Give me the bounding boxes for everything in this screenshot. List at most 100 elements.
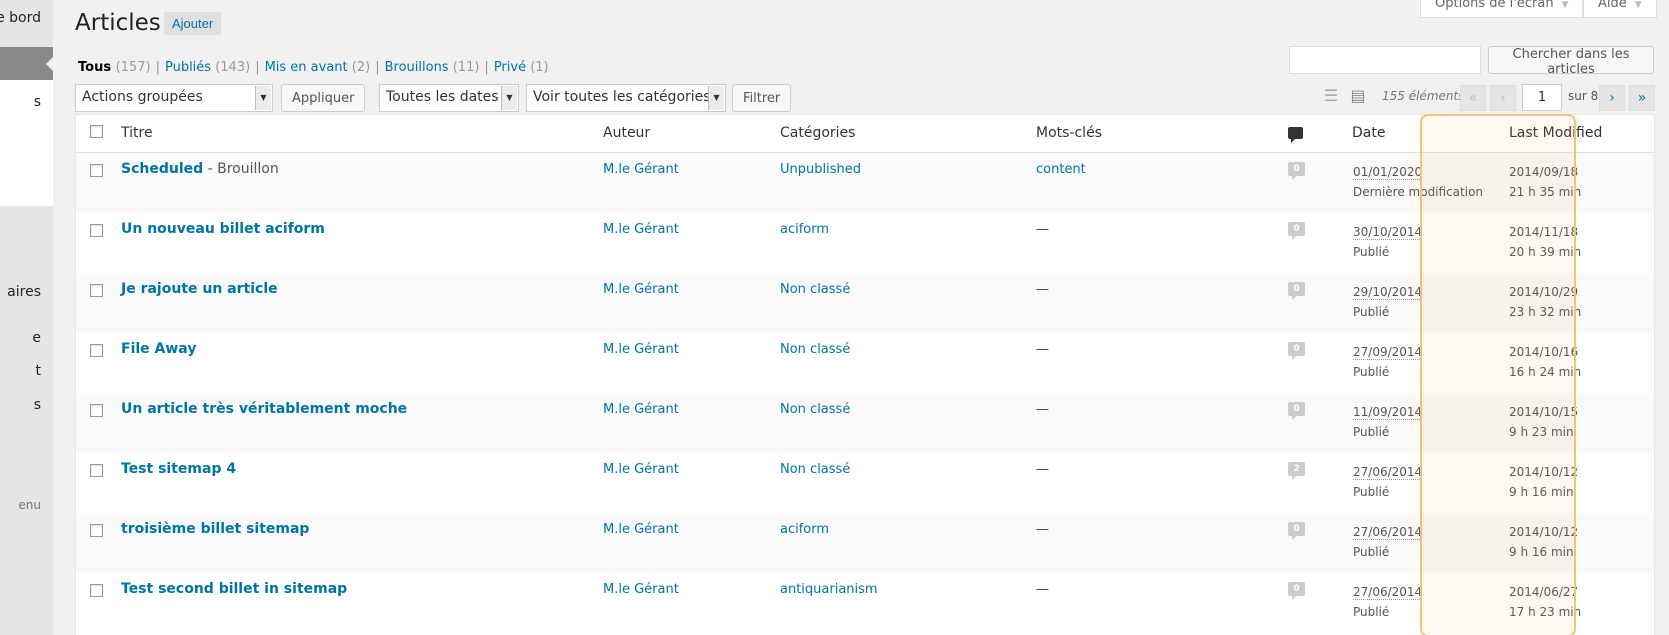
filter-published[interactable]: Publiés (143) (165, 60, 250, 75)
author-link[interactable]: M.le Gérant (603, 162, 679, 177)
row-checkbox[interactable] (90, 464, 103, 477)
category-link[interactable]: Non classé (780, 462, 850, 477)
excerpt-view-icon[interactable]: ▤ (1348, 86, 1368, 106)
search-input[interactable] (1289, 46, 1481, 74)
modified-date: 2014/10/15 (1509, 405, 1579, 419)
comment-count-bubble[interactable]: 0 (1288, 402, 1305, 420)
comment-count-bubble[interactable]: 0 (1288, 222, 1305, 240)
post-title-link[interactable]: Un nouveau billet aciform (121, 221, 325, 237)
comment-count-bubble[interactable]: 0 (1288, 522, 1305, 540)
category-link[interactable]: Non classé (780, 342, 850, 357)
next-page-button[interactable]: › (1599, 85, 1625, 111)
bulk-actions-select[interactable]: Actions groupées ▼ (75, 84, 273, 112)
table-row: Test sitemap 4 M.le Gérant Non classé — 2 27/… (76, 453, 1654, 513)
post-title-link[interactable]: Test second billet in sitemap (121, 581, 347, 597)
category-link[interactable]: aciform (780, 522, 829, 537)
current-page-input[interactable]: 1 (1522, 84, 1562, 111)
row-checkbox[interactable] (90, 584, 103, 597)
last-page-button[interactable]: » (1629, 85, 1655, 111)
add-new-button[interactable]: Ajouter (164, 12, 222, 35)
tags-cell: — (1036, 222, 1049, 237)
modified-date: 2014/10/29 (1509, 285, 1579, 299)
tags-cell: — (1036, 582, 1049, 597)
post-date: 27/06/2014 (1353, 585, 1423, 600)
select-all-checkbox[interactable] (90, 125, 103, 138)
filter-button[interactable]: Filtrer (732, 84, 792, 112)
category-link[interactable]: aciform (780, 222, 829, 237)
column-last-modified-header[interactable]: Last Modified (1509, 125, 1602, 141)
post-title: Je rajoute un article (121, 281, 278, 297)
comment-count-bubble[interactable]: 0 (1288, 582, 1305, 600)
page-title: Articles (75, 10, 161, 36)
author-link[interactable]: M.le Gérant (603, 462, 679, 477)
search-button[interactable]: Chercher dans les articles (1488, 46, 1654, 77)
row-checkbox[interactable] (90, 224, 103, 237)
prev-page-button[interactable]: ‹ (1490, 85, 1516, 111)
row-checkbox[interactable] (90, 524, 103, 537)
modified-date: 2014/11/18 (1509, 225, 1579, 239)
screen-options-tab[interactable]: Options de l'écran ▼ (1420, 0, 1584, 18)
author-link[interactable]: M.le Gérant (603, 582, 679, 597)
sidebar-item[interactable]: e (32, 330, 41, 346)
row-checkbox[interactable] (90, 164, 103, 177)
apply-button[interactable]: Appliquer (281, 84, 366, 112)
author-link[interactable]: M.le Gérant (603, 342, 679, 357)
sidebar-item-dashboard[interactable]: e bord (0, 10, 41, 26)
post-status: Publié (1353, 485, 1390, 499)
post-title: Un nouveau billet aciform (121, 221, 325, 237)
comment-count-bubble[interactable]: 0 (1288, 342, 1305, 360)
post-title-link[interactable]: Test sitemap 4 (121, 461, 236, 477)
sidebar-item-comments[interactable]: aires (7, 284, 41, 300)
list-view-icon[interactable]: ☰ (1321, 86, 1341, 106)
author-link[interactable]: M.le Gérant (603, 222, 679, 237)
post-title-link[interactable]: Scheduled - Brouillon (121, 161, 279, 177)
sidebar-item[interactable]: t (36, 363, 42, 379)
tags-cell: — (1036, 342, 1049, 357)
sidebar-item[interactable]: s (34, 397, 41, 413)
filter-featured[interactable]: Mis en avant (2) (265, 60, 371, 75)
last-modified-cell: 2014/06/27 17 h 23 min (1509, 582, 1581, 622)
sidebar-subitem[interactable]: s (34, 94, 41, 110)
sidebar-collapse-menu[interactable]: enu (18, 498, 41, 512)
dates-value: Toutes les dates (386, 89, 499, 105)
author-link[interactable]: M.le Gérant (603, 522, 679, 537)
help-tab[interactable]: Aide ▼ (1583, 0, 1657, 18)
filter-drafts[interactable]: Brouillons (11) (385, 60, 480, 75)
category-link[interactable]: Non classé (780, 282, 850, 297)
modified-date: 2014/10/16 (1509, 345, 1579, 359)
post-title-link[interactable]: File Away (121, 341, 196, 357)
comments-column-icon[interactable] (1288, 127, 1303, 143)
comment-count-bubble[interactable]: 2 (1288, 462, 1305, 480)
dates-select[interactable]: Toutes les dates ▼ (379, 84, 519, 112)
comment-count-bubble[interactable]: 0 (1288, 282, 1305, 300)
post-date: 30/10/2014 (1353, 225, 1423, 240)
post-title: Test second billet in sitemap (121, 581, 348, 597)
comment-count-bubble[interactable]: 0 (1288, 162, 1305, 180)
category-link[interactable]: antiquarianism (780, 582, 878, 597)
post-title-link[interactable]: troisième billet sitemap (121, 521, 309, 537)
modified-time: 17 h 23 min (1509, 605, 1582, 619)
first-page-button[interactable]: « (1460, 85, 1486, 111)
post-status: Publié (1353, 545, 1390, 559)
tags-cell[interactable]: content (1036, 162, 1086, 177)
date-cell: 27/06/2014 Publié (1353, 522, 1423, 562)
category-link[interactable]: Unpublished (780, 162, 861, 177)
separator: | (255, 60, 260, 75)
categories-select[interactable]: Voir toutes les catégories ▼ (526, 84, 726, 112)
row-checkbox[interactable] (90, 404, 103, 417)
author-link[interactable]: M.le Gérant (603, 282, 679, 297)
filter-all[interactable]: Tous (157) (78, 60, 151, 75)
column-date-header[interactable]: Date (1352, 125, 1385, 141)
filter-drafts-count: (11) (452, 60, 480, 75)
filter-private[interactable]: Privé (1) (494, 60, 549, 75)
row-checkbox[interactable] (90, 284, 103, 297)
post-title-link[interactable]: Je rajoute un article (121, 281, 278, 297)
author-link[interactable]: M.le Gérant (603, 402, 679, 417)
column-title-header[interactable]: Titre (121, 125, 153, 141)
row-checkbox[interactable] (90, 344, 103, 357)
screen-options-label: Options de l'écran (1435, 0, 1554, 11)
table-row: Test second billet in sitemap M.le Gérant… (76, 573, 1654, 633)
sidebar-item-current[interactable] (0, 47, 54, 80)
post-title-link[interactable]: Un article très véritablement moche (121, 401, 407, 417)
category-link[interactable]: Non classé (780, 402, 850, 417)
